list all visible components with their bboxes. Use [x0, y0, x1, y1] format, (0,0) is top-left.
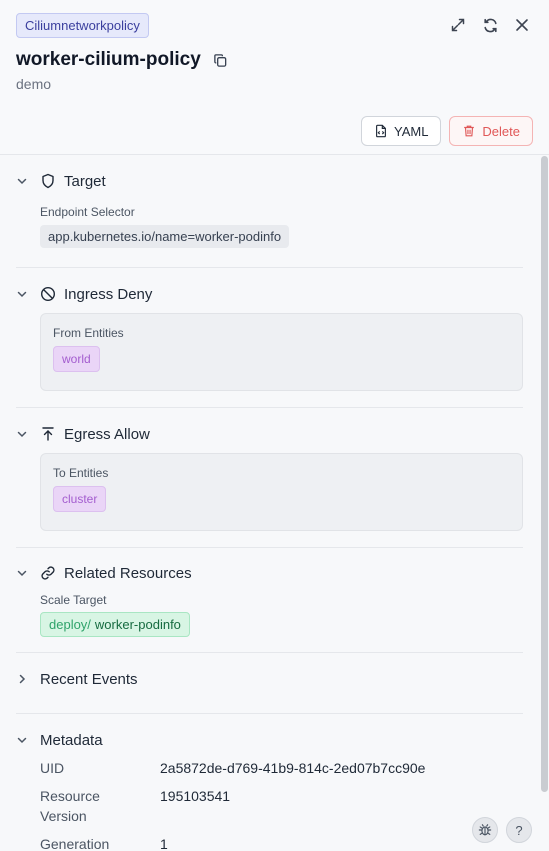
help-button[interactable]: ?	[506, 817, 532, 843]
section-related: Related Resources Scale Target deploy/ w…	[16, 548, 523, 653]
close-icon[interactable]	[513, 16, 531, 34]
generation-value: 1	[160, 836, 168, 851]
ban-icon	[40, 286, 56, 302]
yaml-button[interactable]: YAML	[360, 116, 442, 146]
section-ingress-header[interactable]: Ingress Deny	[16, 282, 523, 306]
chevron-down-icon	[16, 175, 30, 187]
chevron-down-icon	[16, 428, 30, 440]
refresh-icon[interactable]	[481, 16, 499, 34]
shield-icon	[40, 173, 56, 189]
chevron-down-icon	[16, 567, 30, 579]
selector-chip: app.kubernetes.io/name=worker-podinfo	[40, 225, 290, 248]
bug-icon[interactable]	[472, 817, 498, 843]
kind-badge: Ciliumnetworkpolicy	[16, 13, 149, 38]
uid-key: UID	[40, 760, 65, 776]
section-events-header[interactable]: Recent Events	[16, 667, 523, 691]
section-related-header[interactable]: Related Resources	[16, 561, 523, 585]
namespace-label: demo	[16, 76, 52, 92]
from-entities-label: From Entities	[53, 326, 124, 340]
section-related-title: Related Resources	[64, 564, 192, 582]
uid-value: 2a5872de-d769-41b9-814c-2ed07b7cc90e	[160, 760, 426, 776]
section-events: Recent Events	[16, 653, 523, 714]
window-controls	[449, 16, 531, 34]
section-ingress-title: Ingress Deny	[64, 285, 153, 303]
section-target-header[interactable]: Target	[16, 169, 523, 193]
delete-button[interactable]: Delete	[449, 116, 533, 146]
metadata-row-generation: Generation 1	[40, 834, 523, 851]
resource-title: worker-cilium-policy	[16, 49, 201, 70]
panel-header: Ciliumnetworkpolicy worker-cilium-policy…	[0, 0, 549, 155]
details-content: Target Endpoint Selector app.kubernetes.…	[0, 156, 539, 851]
metadata-row-uid: UID 2a5872de-d769-41b9-814c-2ed07b7cc90e	[40, 758, 523, 778]
yaml-button-label: YAML	[393, 123, 429, 139]
section-egress-header[interactable]: Egress Allow	[16, 422, 523, 446]
entity-chip-world: world	[53, 346, 100, 372]
copy-icon[interactable]	[213, 53, 228, 68]
resource-version-value: 195103541	[160, 788, 231, 804]
delete-button-label: Delete	[482, 123, 520, 139]
to-entities-label: To Entities	[53, 466, 109, 480]
endpoint-selector-label: Endpoint Selector	[40, 205, 135, 219]
scale-target-label: Scale Target	[40, 593, 107, 607]
arrow-up-icon	[40, 426, 56, 442]
egress-entities-box: To Entities cluster	[40, 453, 523, 531]
scale-target-link[interactable]: deploy/ worker-podinfo	[40, 612, 190, 637]
generation-key: Generation	[40, 836, 110, 851]
file-code-icon	[374, 124, 388, 138]
link-icon	[40, 565, 56, 581]
chevron-right-icon	[16, 673, 30, 685]
section-metadata-header[interactable]: Metadata	[16, 728, 523, 752]
section-target-title: Target	[64, 172, 106, 190]
floating-buttons: ?	[472, 817, 532, 843]
section-metadata-title: Metadata	[40, 731, 103, 749]
trash-icon	[462, 124, 476, 138]
section-target: Target Endpoint Selector app.kubernetes.…	[16, 156, 523, 268]
ingress-entities-box: From Entities world	[40, 313, 523, 391]
scrollbar[interactable]	[541, 156, 548, 792]
metadata-row-resource-version: Resource Version 195103541	[40, 786, 523, 826]
title-row: worker-cilium-policy	[16, 49, 533, 71]
section-metadata: Metadata UID 2a5872de-d769-41b9-814c-2ed…	[16, 714, 523, 851]
section-events-title: Recent Events	[40, 670, 138, 688]
resource-version-key: Resource Version	[40, 788, 100, 824]
expand-icon[interactable]	[449, 16, 467, 34]
scale-target-name: worker-podinfo	[94, 617, 181, 632]
scale-target-kind: deploy/	[49, 617, 91, 632]
entity-chip-cluster: cluster	[53, 486, 107, 512]
section-egress-title: Egress Allow	[64, 425, 150, 443]
section-egress: Egress Allow To Entities cluster	[16, 408, 523, 548]
chevron-down-icon	[16, 288, 30, 300]
chevron-down-icon	[16, 734, 30, 746]
section-ingress: Ingress Deny From Entities world	[16, 268, 523, 408]
header-actions: YAML Delete	[360, 116, 533, 146]
